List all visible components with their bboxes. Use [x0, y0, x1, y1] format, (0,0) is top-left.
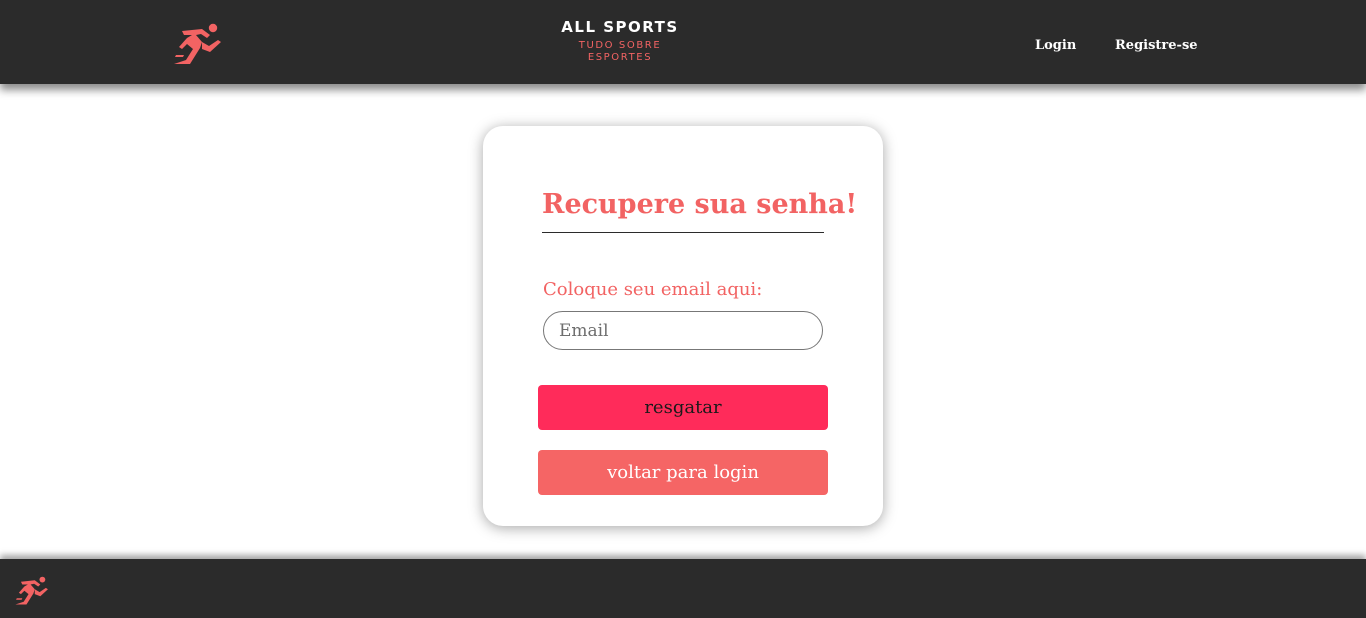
email-field[interactable]: [543, 311, 823, 350]
back-to-login-button[interactable]: voltar para login: [538, 450, 828, 495]
nav-login-link[interactable]: Login: [1035, 38, 1076, 54]
password-recovery-card: Recupere sua senha! Coloque seu email aq…: [483, 126, 883, 526]
page-title: Recupere sua senha!: [542, 186, 857, 233]
brand-title: ALL SPORTS: [561, 18, 679, 36]
runner-logo-icon[interactable]: [172, 22, 224, 64]
email-label: Coloque seu email aqui:: [543, 279, 763, 300]
site-footer: [0, 559, 1366, 618]
brand: ALL SPORTS TUDO SOBRE ESPORTES: [520, 18, 720, 64]
site-header: ALL SPORTS TUDO SOBRE ESPORTES Login Reg…: [0, 0, 1366, 84]
rescue-button[interactable]: resgatar: [538, 385, 828, 430]
brand-subtitle: TUDO SOBRE ESPORTES: [578, 40, 662, 63]
runner-logo-icon[interactable]: [14, 575, 50, 605]
nav-register-link[interactable]: Registre-se: [1115, 38, 1198, 54]
